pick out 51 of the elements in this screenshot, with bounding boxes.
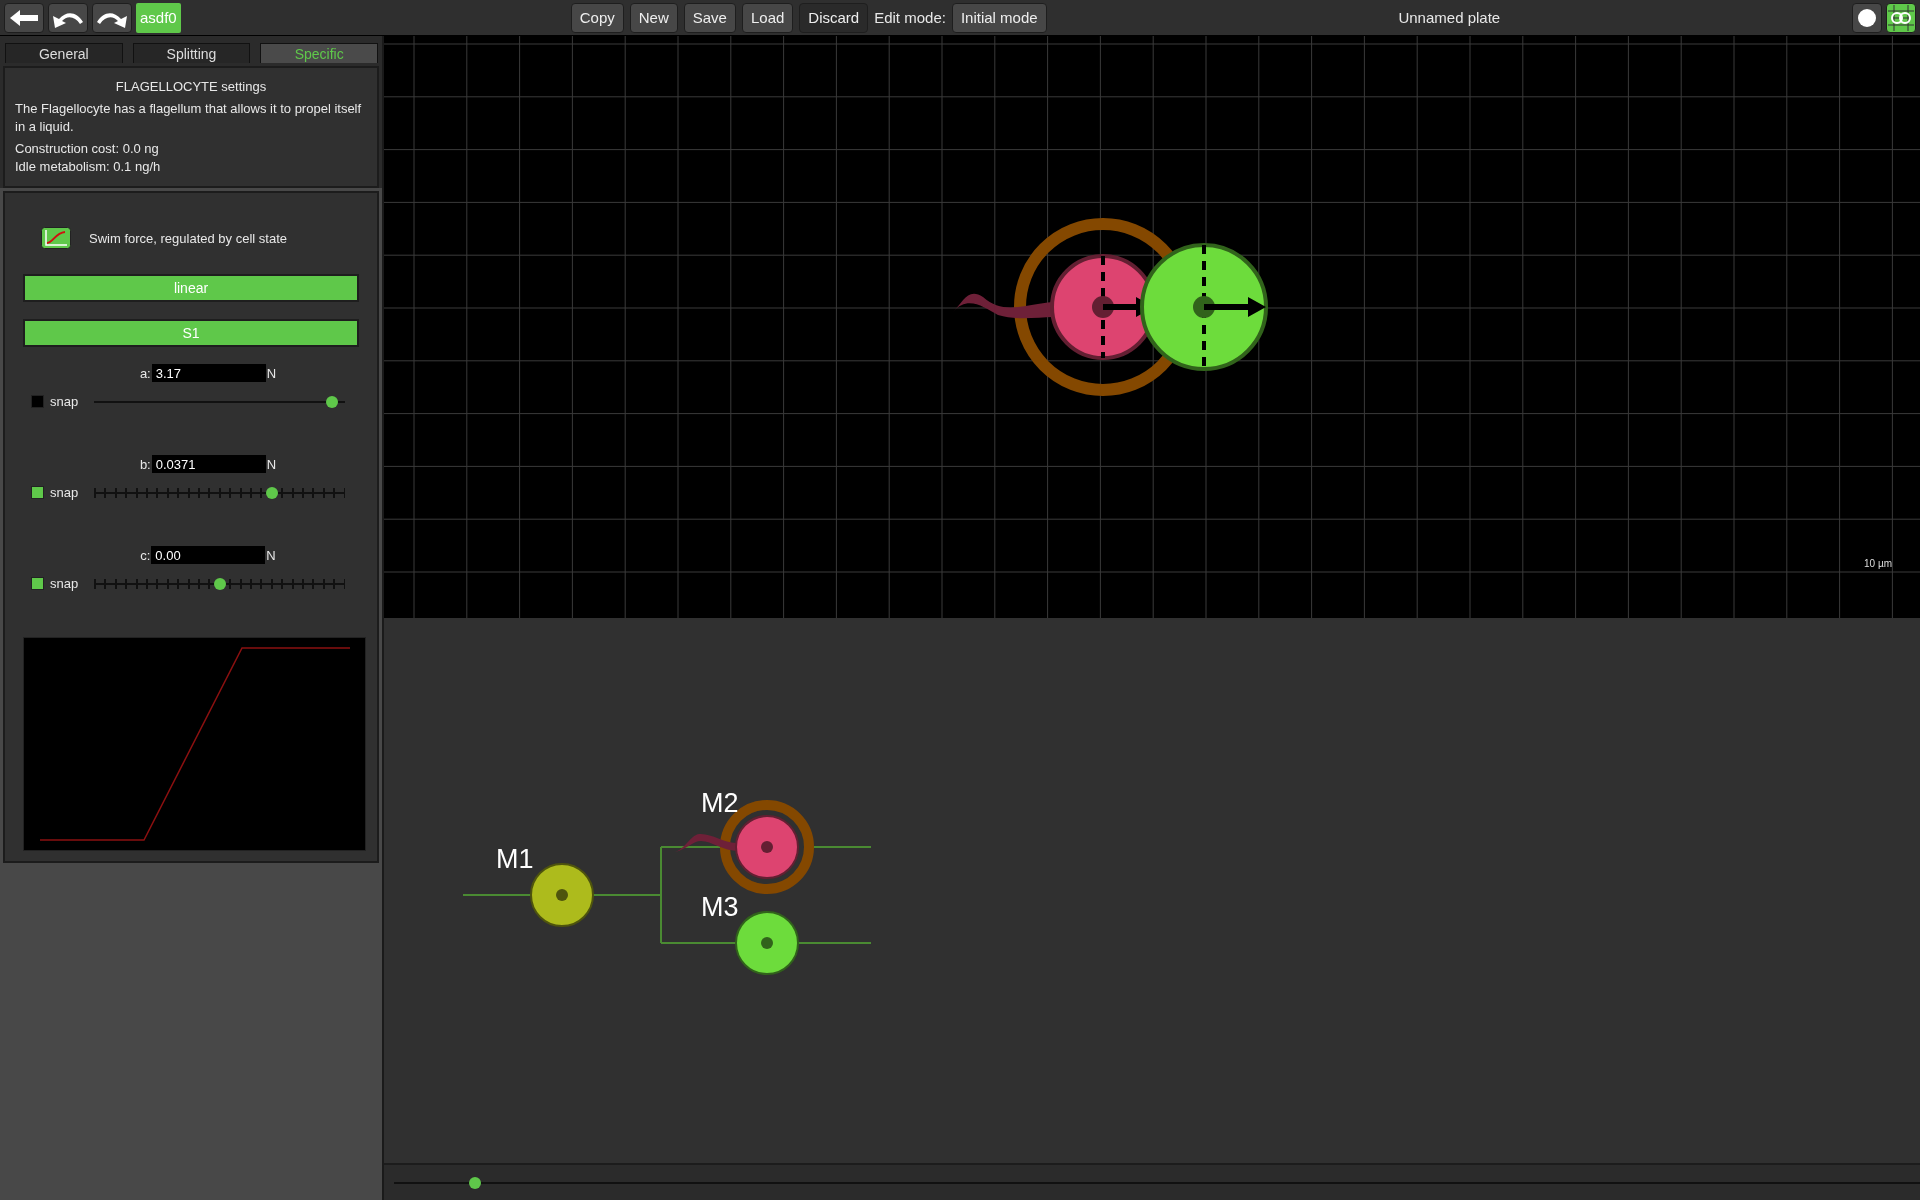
mode-label: M2 <box>701 788 739 818</box>
plate-title: Unnamed plate <box>1397 9 1502 26</box>
grid-toggle[interactable] <box>1886 2 1916 33</box>
plate-canvas[interactable]: 10 µm <box>384 36 1920 618</box>
settings-title: FLAGELLOCYTE settings <box>114 78 268 96</box>
toolbar-button[interactable]: Copy <box>570 2 624 33</box>
description-text: The Flagellocyte has a flagellum that allows it to propel itself in a liquid. <box>15 100 363 136</box>
edit-mode-label: Edit mode: <box>874 9 946 26</box>
slider-thumb[interactable] <box>326 395 339 408</box>
mode-label: M1 <box>496 844 534 874</box>
grid-cells-icon <box>1888 4 1914 31</box>
snap-checkbox[interactable] <box>31 395 44 408</box>
branch-line <box>462 894 532 896</box>
mode-label: M3 <box>701 892 739 922</box>
timeline-slider[interactable] <box>394 1180 1920 1186</box>
param-label: a: <box>139 365 151 381</box>
unit-label: N <box>266 365 277 381</box>
branch-line <box>813 846 872 848</box>
snap-label: snap <box>50 576 80 591</box>
curve-graph-icon[interactable] <box>41 227 71 249</box>
panel-tab[interactable]: Splitting <box>132 43 251 63</box>
toolbar-button[interactable]: New <box>629 2 678 33</box>
regulation-label: Swim force, regulated by cell state <box>89 230 287 246</box>
param-label: c: <box>140 547 151 563</box>
param-label: b: <box>139 456 151 472</box>
slider-track[interactable] <box>94 395 345 408</box>
snap-label: snap <box>50 485 80 500</box>
toolbar-button[interactable]: Save <box>683 2 736 33</box>
unit-label: N <box>266 547 276 563</box>
undo-button[interactable] <box>48 2 88 33</box>
snap-checkbox[interactable] <box>31 577 44 590</box>
panel-tab[interactable]: Specific <box>260 43 378 63</box>
back-button[interactable] <box>4 2 44 33</box>
slider-thumb[interactable] <box>213 577 226 590</box>
construction-cost-text: Construction cost: 0.0 ng <box>15 140 160 158</box>
scale-label: 10 µm <box>1864 558 1892 569</box>
slider-thumb[interactable] <box>266 486 279 499</box>
circle-toggle[interactable] <box>1852 2 1882 33</box>
redo-button[interactable] <box>92 2 132 33</box>
idle-metabolism-text: Idle metabolism: 0.1 ng/h <box>15 158 162 176</box>
param-input[interactable]: 0.00 <box>151 546 266 564</box>
edit-mode-button[interactable]: Initial mode <box>951 2 1047 33</box>
snap-checkbox[interactable] <box>31 486 44 499</box>
param-input[interactable]: 3.17 <box>151 364 266 382</box>
param-input[interactable]: 0.0371 <box>151 455 266 473</box>
circle-icon <box>1857 7 1877 28</box>
slider-thumb[interactable] <box>468 1177 481 1189</box>
unit-label: N <box>266 456 277 472</box>
panel-tab[interactable]: General <box>5 43 123 63</box>
toolbar-button[interactable]: Load <box>741 2 794 33</box>
snap-label: snap <box>50 394 80 409</box>
